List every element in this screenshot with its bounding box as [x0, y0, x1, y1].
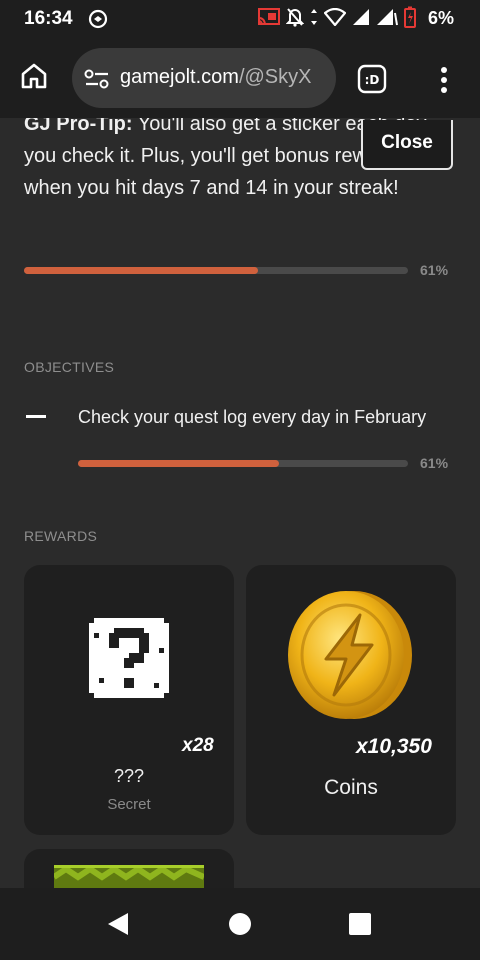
close-button[interactable]: Close	[361, 120, 453, 170]
battery-percent: 6%	[427, 8, 454, 28]
url-domain: gamejolt.com	[120, 66, 239, 88]
more-vert-icon[interactable]	[434, 66, 454, 99]
browser-toolbar: gamejolt.com/@SkyX :D	[0, 38, 480, 118]
pro-tip-label: GJ Pro-Tip:	[24, 118, 133, 135]
status-icons	[258, 6, 416, 32]
reward-name: Coins	[324, 776, 378, 799]
objective-progress-fill	[78, 460, 280, 467]
quest-progress-percent: 61%	[420, 262, 449, 278]
system-nav-bar	[0, 888, 480, 960]
signal-2-icon	[376, 8, 398, 31]
quest-content: GJ Pro-Tip: You'll also get a sticker ea…	[0, 118, 480, 888]
tune-icon[interactable]	[84, 68, 110, 95]
status-time: 16:34	[24, 8, 73, 29]
objective-progress-bar	[78, 460, 408, 467]
quest-progress-fill	[24, 267, 259, 274]
green-block-icon	[52, 865, 206, 888]
url-bar[interactable]: gamejolt.com/@SkyX	[72, 48, 336, 108]
cast-app-icon	[88, 9, 108, 34]
reward-name: ???	[113, 766, 145, 786]
url-text[interactable]: gamejolt.com/@SkyX	[120, 66, 332, 89]
reward-quantity: x10,350	[356, 735, 432, 758]
objective-progress-percent: 61%	[420, 455, 449, 471]
notifications-off-icon	[285, 7, 305, 32]
mystery-sticker-icon	[89, 618, 169, 703]
signal-icon	[352, 8, 370, 31]
objectives-heading: OBJECTIVES	[24, 359, 115, 375]
reward-subtitle: Secret	[107, 796, 151, 813]
url-path: /@SkyX	[238, 66, 312, 88]
objective-incomplete-icon	[26, 415, 46, 418]
objective-text: Check your quest log every day in Februa…	[78, 407, 427, 427]
extension-label: :D	[365, 73, 380, 87]
rewards-heading: REWARDS	[24, 528, 98, 544]
wifi-icon	[323, 7, 347, 31]
reward-card-secret[interactable]: x28 ??? Secret	[24, 565, 234, 835]
recents-icon[interactable]	[349, 913, 371, 935]
home-circle-icon[interactable]	[229, 913, 251, 935]
back-icon[interactable]	[107, 912, 129, 941]
quest-progress-bar	[24, 267, 408, 274]
screen-cast-icon	[258, 7, 280, 31]
reward-quantity: x28	[182, 735, 214, 756]
home-icon[interactable]	[20, 62, 48, 95]
reward-card-third[interactable]	[24, 849, 234, 888]
gold-coin-icon	[282, 587, 416, 726]
extension-icon[interactable]: :D	[357, 64, 387, 99]
data-arrows-icon	[310, 8, 318, 31]
battery-low-icon	[404, 6, 416, 33]
status-bar: 16:34 6%	[0, 0, 480, 38]
reward-card-coins[interactable]: x10,350 Coins	[246, 565, 456, 835]
